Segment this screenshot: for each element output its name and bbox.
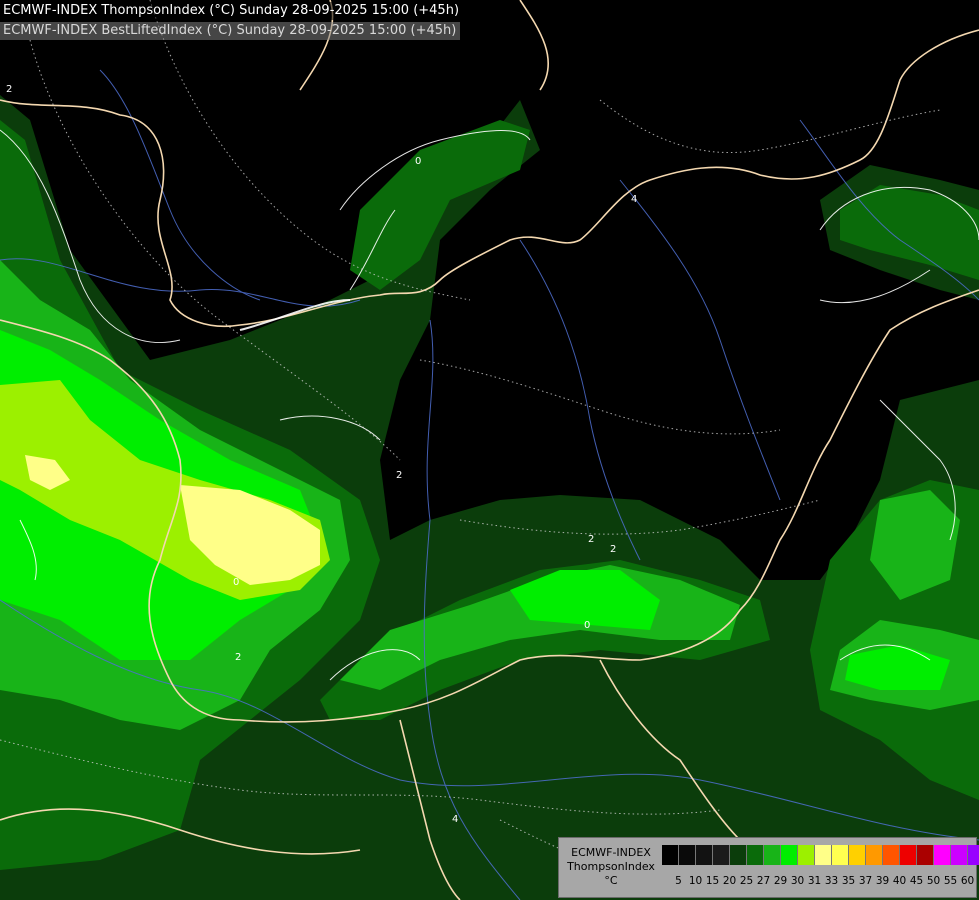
color-legend: ECMWF-INDEX ThompsonIndex °C 5 10 15 20 25 27… xyxy=(558,837,979,898)
legend-swatch xyxy=(764,845,781,865)
legend-tick-label: 35 xyxy=(841,875,856,887)
contour-label: 2 xyxy=(396,470,402,481)
contour-label: 4 xyxy=(452,814,458,825)
legend-swatch xyxy=(679,845,696,865)
legend-tick-label: 39 xyxy=(875,875,890,887)
legend-tick-label: 40 xyxy=(892,875,907,887)
weather-map: 2 0 2 0 2 2 0 4 4 2 xyxy=(0,0,979,900)
legend-ticks: 5 10 15 20 25 27 29 30 31 33 35 37 39 40 45 50 55 60 xyxy=(670,875,976,887)
legend-swatch xyxy=(900,845,917,865)
legend-model: ECMWF-INDEX xyxy=(571,846,651,859)
contour-label: 2 xyxy=(6,84,12,95)
contour-label: 0 xyxy=(233,577,239,588)
legend-swatch xyxy=(934,845,951,865)
legend-tick-label: 55 xyxy=(943,875,958,887)
legend-tick-label: 15 xyxy=(705,875,720,887)
legend-swatches xyxy=(662,845,979,865)
legend-tick-label: 45 xyxy=(909,875,924,887)
legend-tick-label: 27 xyxy=(756,875,771,887)
map-title-bestlifted: ECMWF-INDEX BestLiftedIndex (°C) Sunday … xyxy=(0,22,461,40)
legend-tick-label: 31 xyxy=(807,875,822,887)
legend-swatch xyxy=(696,845,713,865)
legend-swatch xyxy=(747,845,764,865)
map-title-thompson: ECMWF-INDEX ThompsonIndex (°C) Sunday 28… xyxy=(0,2,464,20)
contour-label: 2 xyxy=(588,534,594,545)
legend-tick-label: 50 xyxy=(926,875,941,887)
legend-tick-label: 33 xyxy=(824,875,839,887)
legend-swatch xyxy=(968,845,979,865)
legend-swatch xyxy=(917,845,934,865)
legend-tick-label: 5 xyxy=(675,875,682,887)
legend-swatch xyxy=(832,845,849,865)
legend-swatch xyxy=(849,845,866,865)
legend-tick-label: 37 xyxy=(858,875,873,887)
legend-tick-label: 29 xyxy=(773,875,788,887)
contour-label: 4 xyxy=(631,194,637,205)
legend-swatch xyxy=(662,845,679,865)
contour-label: 0 xyxy=(415,156,421,167)
legend-swatch xyxy=(951,845,968,865)
legend-tick-label: 20 xyxy=(722,875,737,887)
legend-title: ECMWF-INDEX ThompsonIndex °C xyxy=(565,846,657,888)
legend-swatch xyxy=(730,845,747,865)
legend-unit: °C xyxy=(604,874,618,887)
legend-swatch xyxy=(866,845,883,865)
legend-tick-label: 60 xyxy=(960,875,975,887)
legend-swatch xyxy=(713,845,730,865)
legend-parameter: ThompsonIndex xyxy=(567,860,655,873)
contour-label: 2 xyxy=(610,544,616,555)
contour-label: 2 xyxy=(235,652,241,663)
legend-tick-label: 30 xyxy=(790,875,805,887)
legend-swatch xyxy=(798,845,815,865)
legend-tick-label: 10 xyxy=(688,875,703,887)
legend-swatch xyxy=(781,845,798,865)
legend-swatch xyxy=(883,845,900,865)
contour-label: 0 xyxy=(584,620,590,631)
legend-tick-label: 25 xyxy=(739,875,754,887)
legend-swatch xyxy=(815,845,832,865)
